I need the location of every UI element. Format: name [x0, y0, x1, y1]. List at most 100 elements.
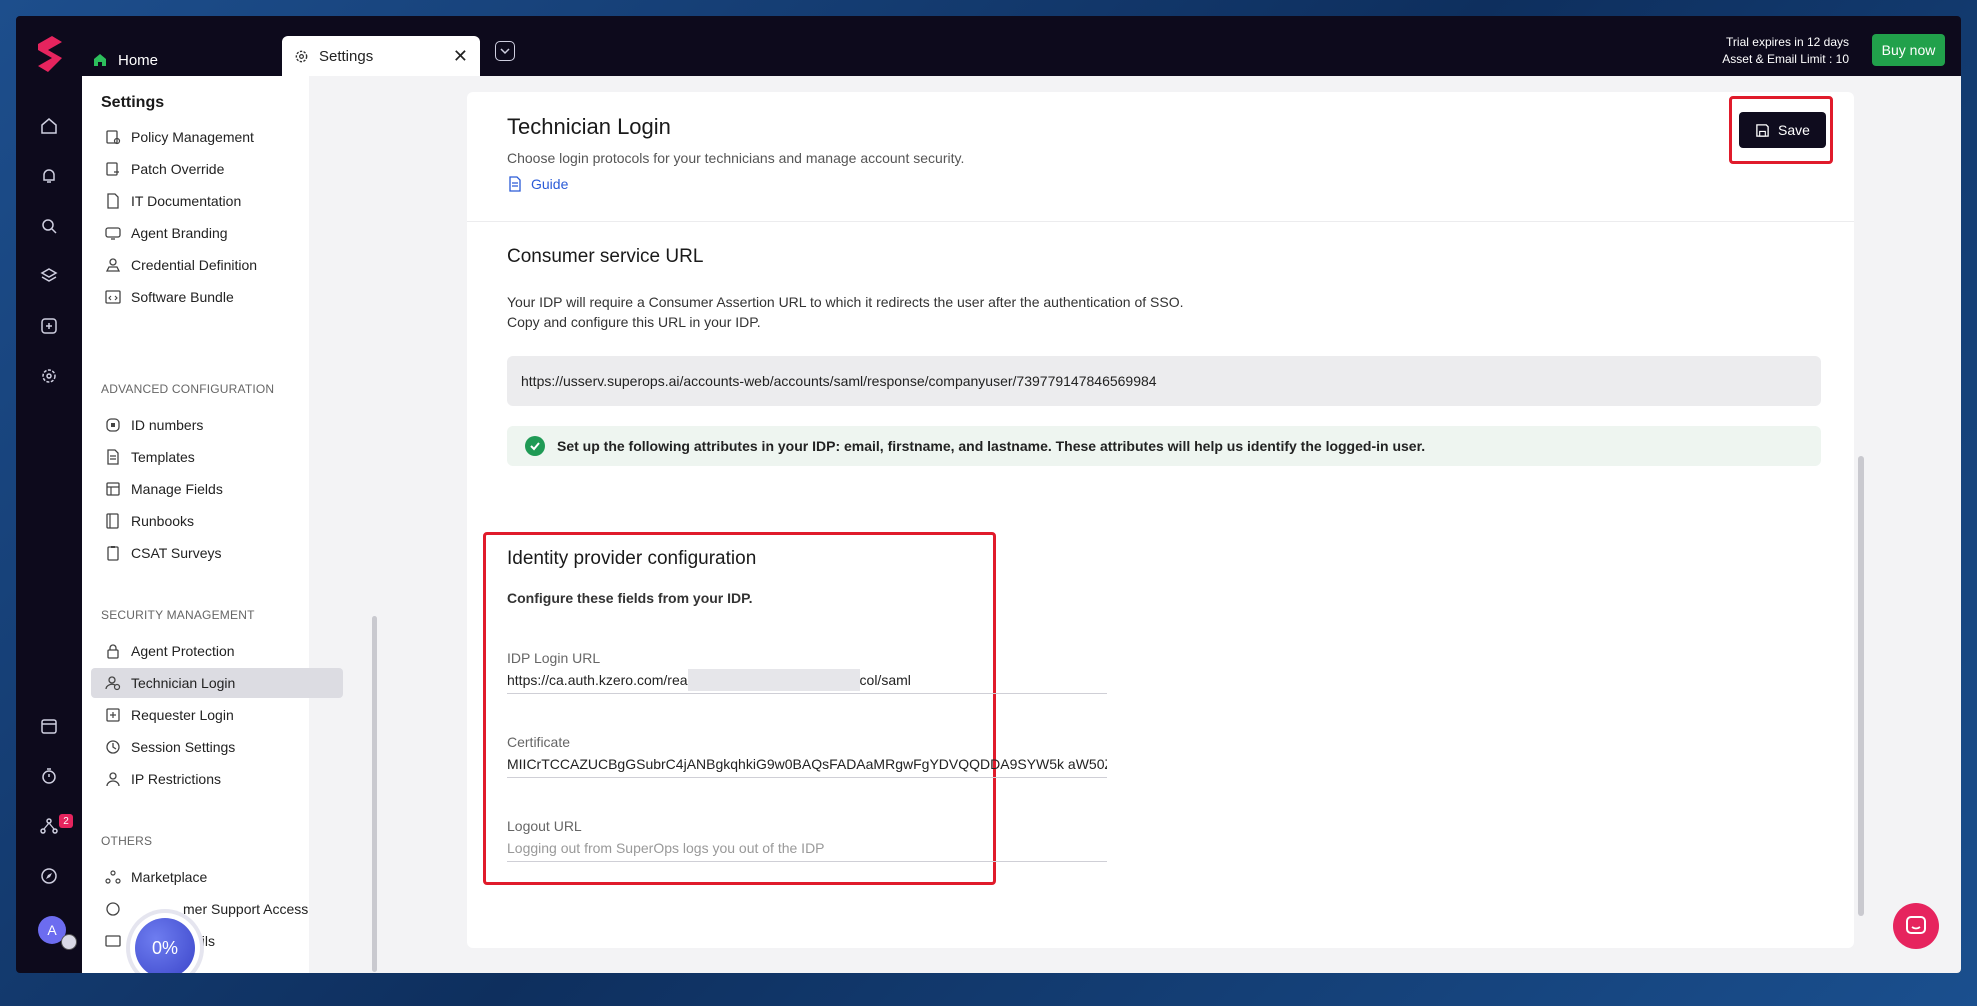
calendar-icon[interactable] [39, 716, 59, 736]
consumer-desc-1: Your IDP will require a Consumer Asserti… [507, 294, 1184, 310]
sidebar-item-id-numbers[interactable]: ID numbers [91, 410, 343, 440]
asset-limit: Asset & Email Limit : 10 [1722, 52, 1849, 66]
sidebar-item-credential-definition[interactable]: Credential Definition [91, 250, 343, 280]
timer-icon[interactable] [39, 766, 59, 786]
marketplace-icon [105, 870, 121, 884]
network-icon[interactable] [39, 816, 59, 836]
save-label: Save [1778, 122, 1810, 138]
chat-support-button[interactable] [1893, 903, 1939, 949]
sidebar-item-agent-branding[interactable]: Agent Branding [91, 218, 343, 248]
sidebar-item-label: Requester Login [131, 707, 234, 723]
idp-login-url-label: IDP Login URL [507, 650, 601, 666]
settings-sidebar: Settings Policy Management Patch Overrid… [82, 76, 343, 973]
sidebar-item-templates[interactable]: Templates [91, 442, 343, 472]
chevron-down-icon [500, 48, 510, 55]
certificate-input[interactable]: MIICrTCCAZUCBgGSubrC4jANBgkqhkiG9w0BAQsF… [507, 750, 1107, 778]
bell-icon[interactable] [39, 166, 59, 186]
section-advanced-configuration: ADVANCED CONFIGURATION [101, 382, 275, 396]
settings-gear-icon[interactable] [39, 366, 59, 386]
search-icon[interactable] [39, 216, 59, 236]
idp-login-url-input[interactable]: https://ca.auth.kzero.com/rea col/saml [507, 666, 1107, 694]
close-tab-icon[interactable]: ✕ [453, 46, 468, 67]
home-icon [94, 54, 106, 66]
sidebar-item-agent-protection[interactable]: Agent Protection [91, 636, 343, 666]
grid-apps-icon[interactable] [61, 934, 77, 950]
consumer-desc-2: Copy and configure this URL in your IDP. [507, 314, 761, 330]
page-subtitle: Choose login protocols for your technici… [507, 150, 965, 166]
sidebar-item-label: IP Restrictions [131, 771, 221, 787]
tab-dropdown-button[interactable] [495, 41, 515, 61]
compass-icon[interactable] [39, 866, 59, 886]
document-icon [107, 193, 119, 209]
page-title: Technician Login [507, 114, 671, 139]
guide-label: Guide [531, 176, 569, 192]
user-login-icon [105, 676, 121, 691]
consumer-url-field[interactable]: https://usserv.superops.ai/accounts-web/… [507, 356, 1821, 406]
sidebar-item-marketplace[interactable]: Marketplace [91, 862, 343, 892]
email-icon [105, 935, 121, 947]
sidebar-item-ip-restrictions[interactable]: IP Restrictions [91, 764, 343, 794]
sidebar-item-software-bundle[interactable]: Software Bundle [91, 282, 343, 312]
sidebar-item-patch-override[interactable]: Patch Override [91, 154, 343, 184]
sidebar-item-it-documentation[interactable]: IT Documentation [91, 186, 343, 216]
credential-icon [105, 258, 121, 272]
gear-icon [295, 50, 308, 62]
superops-logo-icon[interactable] [32, 34, 68, 74]
template-icon [107, 449, 119, 465]
sidebar-item-label: Credential Definition [131, 257, 258, 273]
add-icon[interactable] [39, 316, 59, 336]
sidebar-item-label: ID numbers [131, 417, 204, 433]
layers-icon[interactable] [39, 266, 59, 286]
sidebar-item-label: Agent Branding [131, 225, 228, 241]
sidebar-item-label: Technician Login [131, 675, 236, 691]
idp-login-url-suffix: col/saml [859, 671, 911, 688]
sidebar-item-manage-fields[interactable]: Manage Fields [91, 474, 343, 504]
redacted-block [687, 668, 860, 691]
logout-url-input[interactable]: Logging out from SuperOps logs you out o… [507, 834, 1107, 862]
save-button[interactable]: Save [1739, 112, 1826, 148]
tab-home[interactable]: Home [92, 46, 158, 74]
sidebar-item-policy-management[interactable]: Policy Management [91, 122, 343, 152]
sidebar-item-runbooks[interactable]: Runbooks [91, 506, 343, 536]
sidebar-item-label: IT Documentation [131, 193, 242, 209]
sidebar-item-emails[interactable]: Emails [91, 926, 343, 956]
buy-now-button[interactable]: Buy now [1872, 34, 1945, 66]
sidebar-item-technician-login[interactable]: Technician Login [91, 668, 343, 698]
sidebar-item-label: Runbooks [131, 513, 195, 529]
id-icon [106, 418, 120, 432]
trial-expiry: Trial expires in 12 days [1726, 35, 1849, 49]
policy-icon [106, 130, 121, 145]
consumer-service-url-title: Consumer service URL [507, 246, 704, 267]
bundle-icon [105, 290, 121, 304]
ip-icon [106, 772, 120, 787]
panel-header: Technician Login Choose login protocols … [467, 92, 1854, 222]
idp-login-url-prefix: https://ca.auth.kzero.com/rea [507, 671, 688, 688]
section-security-management: SECURITY MANAGEMENT [101, 608, 255, 622]
sidebar-item-csat-surveys[interactable]: CSAT Surveys [91, 538, 343, 568]
app-content: Settings Policy Management Patch Overrid… [82, 76, 1961, 973]
guide-link[interactable]: Guide [507, 176, 568, 192]
sidebar-item-requester-login[interactable]: Requester Login [91, 700, 343, 730]
tab-home-label: Home [118, 51, 159, 69]
lock-icon [107, 644, 119, 659]
sidebar-item-label: Templates [131, 449, 195, 465]
main-scrollbar[interactable] [1858, 456, 1864, 916]
notification-badge: 2 [59, 814, 73, 828]
settings-title: Settings [101, 94, 165, 111]
tab-settings-label: Settings [319, 47, 374, 65]
home-outline-icon[interactable] [39, 116, 59, 136]
runbook-icon [106, 513, 119, 529]
survey-icon [107, 546, 119, 561]
sidebar-item-label: mer Support Access [183, 901, 309, 917]
top-bar: Home Settings ✕ Trial expires in 12 days… [16, 16, 1961, 76]
sidebar-item-session-settings[interactable]: Session Settings [91, 732, 343, 762]
sidebar-item-label: Policy Management [131, 129, 254, 145]
attributes-note-text: Set up the following attributes in your … [557, 438, 1426, 454]
icon-rail: 2 A [16, 76, 82, 973]
branding-icon [105, 227, 121, 240]
app-window: Home Settings ✕ Trial expires in 12 days… [16, 16, 1961, 973]
sidebar-item-label: Agent Protection [131, 643, 235, 659]
sidebar-scrollbar[interactable] [372, 616, 377, 972]
tab-settings[interactable]: Settings ✕ [282, 36, 480, 76]
sidebar-item-customer-support-access[interactable]: mer Support Access [91, 894, 343, 924]
